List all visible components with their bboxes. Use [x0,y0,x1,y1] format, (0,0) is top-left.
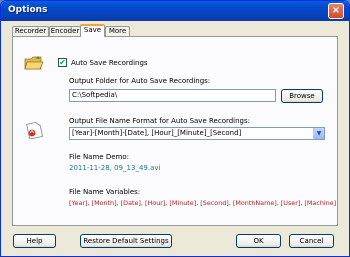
checkmark-icon: ✔ [59,58,66,67]
window-title: Options [8,5,48,15]
document-pdf-icon [25,122,43,140]
auto-save-label[interactable]: Auto Save Recordings [71,59,148,67]
close-button[interactable]: × [328,3,344,19]
tab-save-label: Save [83,26,102,34]
restore-defaults-button[interactable]: Restore Default Settings [80,234,172,248]
options-window: Options × Recorder Encoder Save More ✔ A… [0,0,350,257]
tab-save[interactable]: Save [80,24,105,37]
auto-save-checkbox[interactable]: ✔ [58,58,67,67]
folder-icon [24,55,44,71]
file-name-variables-value: [Year], [Month], [Date], [Hour], [Minute… [69,199,337,207]
file-name-format-value: [Year]-[Month]-[Date], [Hour]_[Minute]_[… [72,129,242,137]
chevron-down-icon[interactable]: ▼ [313,128,324,139]
tab-more-label: More [108,27,127,35]
save-panel: ✔ Auto Save Recordings Output Folder for… [12,36,338,226]
file-name-demo-value: 2011-11-28, 09_13_49.avi [69,164,161,172]
output-folder-input[interactable]: C:\Softpedia\ [69,89,276,102]
help-button[interactable]: Help [13,234,56,248]
title-bar[interactable]: Options × [1,1,349,21]
output-folder-label: Output Folder for Auto Save Recordings: [69,77,211,85]
cancel-button[interactable]: Cancel [289,234,334,248]
file-name-format-label: Output File Name Format for Auto Save Re… [69,117,250,125]
ok-button[interactable]: OK [236,234,281,248]
tab-encoder-label: Encoder [50,27,80,35]
file-name-variables-label: File Name Variables: [69,188,141,196]
file-name-demo-label: File Name Demo: [69,153,129,161]
file-name-format-select[interactable]: [Year]-[Month]-[Date], [Hour]_[Minute]_[… [69,127,325,140]
tab-recorder-label: Recorder [14,27,47,35]
browse-button[interactable]: Browse [281,89,323,103]
